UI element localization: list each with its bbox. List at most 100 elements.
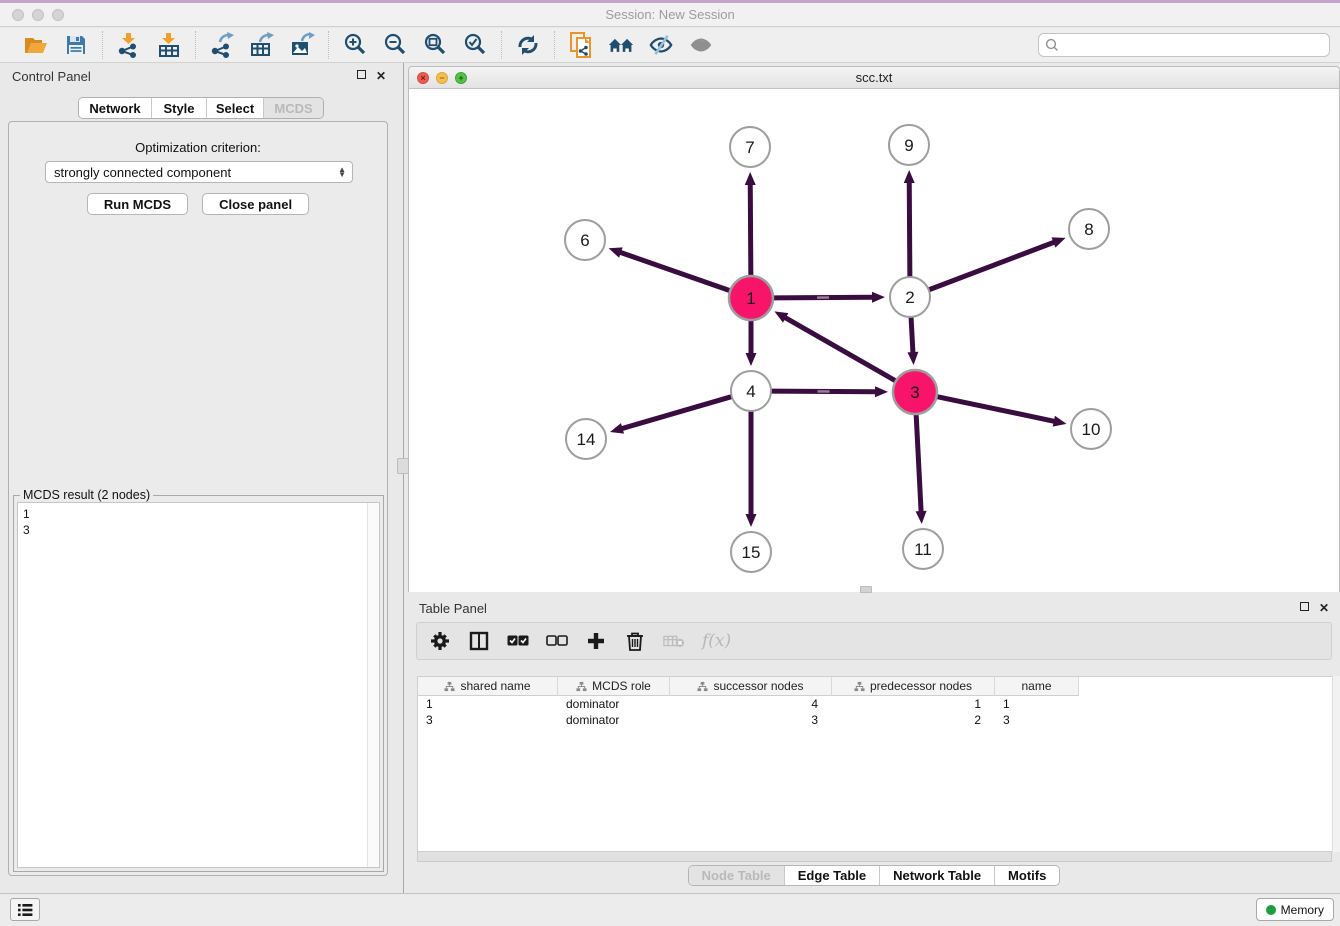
network-canvas[interactable]: 7 9 6 8 1 2 4 3 14 10 15 11 [409,89,1339,592]
mcds-result-text[interactable]: 1 3 [17,502,380,868]
clone-network-icon[interactable] [568,32,594,58]
table-cell[interactable]: 4 [670,696,832,712]
tab-motifs[interactable]: Motifs [995,866,1059,885]
save-session-icon[interactable] [63,32,89,58]
import-table-icon[interactable] [156,32,182,58]
graph-node[interactable]: 8 [1069,209,1109,249]
task-history-button[interactable] [10,898,40,921]
control-panel: Control Panel ✕ Network Style Select MCD… [0,63,398,893]
vertical-splitter[interactable] [403,63,406,893]
close-panel-icon[interactable]: ✕ [376,70,386,82]
memory-button[interactable]: Memory [1256,898,1334,921]
zoom-fit-icon[interactable] [422,32,448,58]
table-row[interactable]: 1dominator411 [418,696,1332,712]
graph-node[interactable]: 4 [731,371,771,411]
column-header-successor-nodes[interactable]: successor nodes [670,677,832,696]
import-network-icon[interactable] [116,32,142,58]
graph-node[interactable]: 14 [566,419,606,459]
search-icon [1045,38,1059,52]
column-header-MCDS-role[interactable]: MCDS role [558,677,670,696]
graph-node[interactable]: 1 [729,276,773,320]
graph-edge[interactable] [773,292,885,303]
first-neighbors-icon[interactable] [608,32,634,58]
table-cell[interactable]: 2 [832,712,995,728]
table-cell[interactable]: 1 [418,696,558,712]
export-table-icon[interactable] [249,32,275,58]
deselect-all-icon[interactable] [546,630,568,652]
select-all-icon[interactable] [507,630,529,652]
graph-node[interactable]: 6 [565,220,605,260]
delete-table-icon [663,630,685,652]
export-image-icon[interactable] [289,32,315,58]
graph-node[interactable]: 15 [731,532,771,572]
graph-edge[interactable] [745,172,756,276]
apply-layout-icon[interactable] [515,32,541,58]
graph-node[interactable]: 9 [889,125,929,165]
graph-node[interactable]: 11 [903,529,943,569]
list-icon [17,903,33,917]
table-panel: Table Panel ✕ [408,596,1340,893]
graph-edge[interactable] [746,411,757,527]
tab-network-table[interactable]: Network Table [880,866,995,885]
close-table-panel-icon[interactable]: ✕ [1319,602,1329,614]
delete-row-icon[interactable] [624,630,646,652]
result-scrollbar[interactable] [367,503,379,867]
column-header-shared-name[interactable]: shared name [418,677,558,696]
graph-edge[interactable] [937,397,1067,427]
svg-text:6: 6 [580,231,589,250]
column-header-name[interactable]: name [995,677,1079,696]
tab-select[interactable]: Select [207,98,264,118]
run-mcds-button[interactable]: Run MCDS [87,193,188,215]
float-panel-icon[interactable] [357,70,366,79]
graph-edge[interactable] [916,414,927,524]
graph-edge[interactable] [907,317,918,365]
graph-edge[interactable] [929,237,1066,290]
criterion-dropdown[interactable]: strongly connected component ▲▼ [45,161,353,183]
table-vertical-scrollbar[interactable] [1332,676,1340,852]
graph-edge[interactable] [609,247,731,290]
graph-node[interactable]: 10 [1071,409,1111,449]
table-cell[interactable]: 1 [995,696,1079,712]
export-network-icon[interactable] [209,32,235,58]
add-row-icon[interactable] [585,630,607,652]
open-file-icon[interactable] [23,32,49,58]
tab-network[interactable]: Network [79,98,152,118]
network-window-titlebar[interactable]: × − + scc.txt [409,67,1339,89]
table-horizontal-scrollbar[interactable] [417,852,1332,862]
memory-status-icon [1266,905,1276,915]
tab-mcds[interactable]: MCDS [264,98,323,118]
graph-edge[interactable] [774,311,895,381]
gear-icon[interactable] [429,630,451,652]
zoom-in-icon[interactable] [342,32,368,58]
columns-icon[interactable] [468,630,490,652]
table-cell[interactable]: 1 [832,696,995,712]
graph-node[interactable]: 2 [890,277,930,317]
svg-text:3: 3 [910,383,919,402]
graph-node[interactable]: 3 [893,370,937,414]
table-cell[interactable]: 3 [418,712,558,728]
table-cell[interactable]: 3 [995,712,1079,728]
graph-node[interactable]: 7 [730,127,770,167]
table-cell[interactable]: dominator [558,712,670,728]
search-input[interactable] [1063,38,1323,52]
network-graph[interactable]: 7 9 6 8 1 2 4 3 14 10 15 11 [409,89,1339,592]
show-graphics-icon[interactable] [688,32,714,58]
float-table-panel-icon[interactable] [1300,602,1309,611]
column-header-predecessor-nodes[interactable]: predecessor nodes [832,677,995,696]
search-field[interactable] [1038,33,1330,57]
graph-edge[interactable] [771,386,888,397]
zoom-out-icon[interactable] [382,32,408,58]
hide-selected-icon[interactable] [648,32,674,58]
zoom-selected-icon[interactable] [462,32,488,58]
table-cell[interactable]: 3 [670,712,832,728]
table-row[interactable]: 3dominator323 [418,712,1332,728]
tab-style[interactable]: Style [152,98,207,118]
tab-node-table[interactable]: Node Table [689,866,785,885]
graph-edge[interactable] [610,397,732,434]
horizontal-splitter-handle[interactable] [860,586,872,593]
table-cell[interactable]: dominator [558,696,670,712]
graph-edge[interactable] [746,320,757,366]
close-panel-button[interactable]: Close panel [202,193,309,215]
tab-edge-table[interactable]: Edge Table [785,866,880,885]
graph-edge[interactable] [904,170,915,277]
